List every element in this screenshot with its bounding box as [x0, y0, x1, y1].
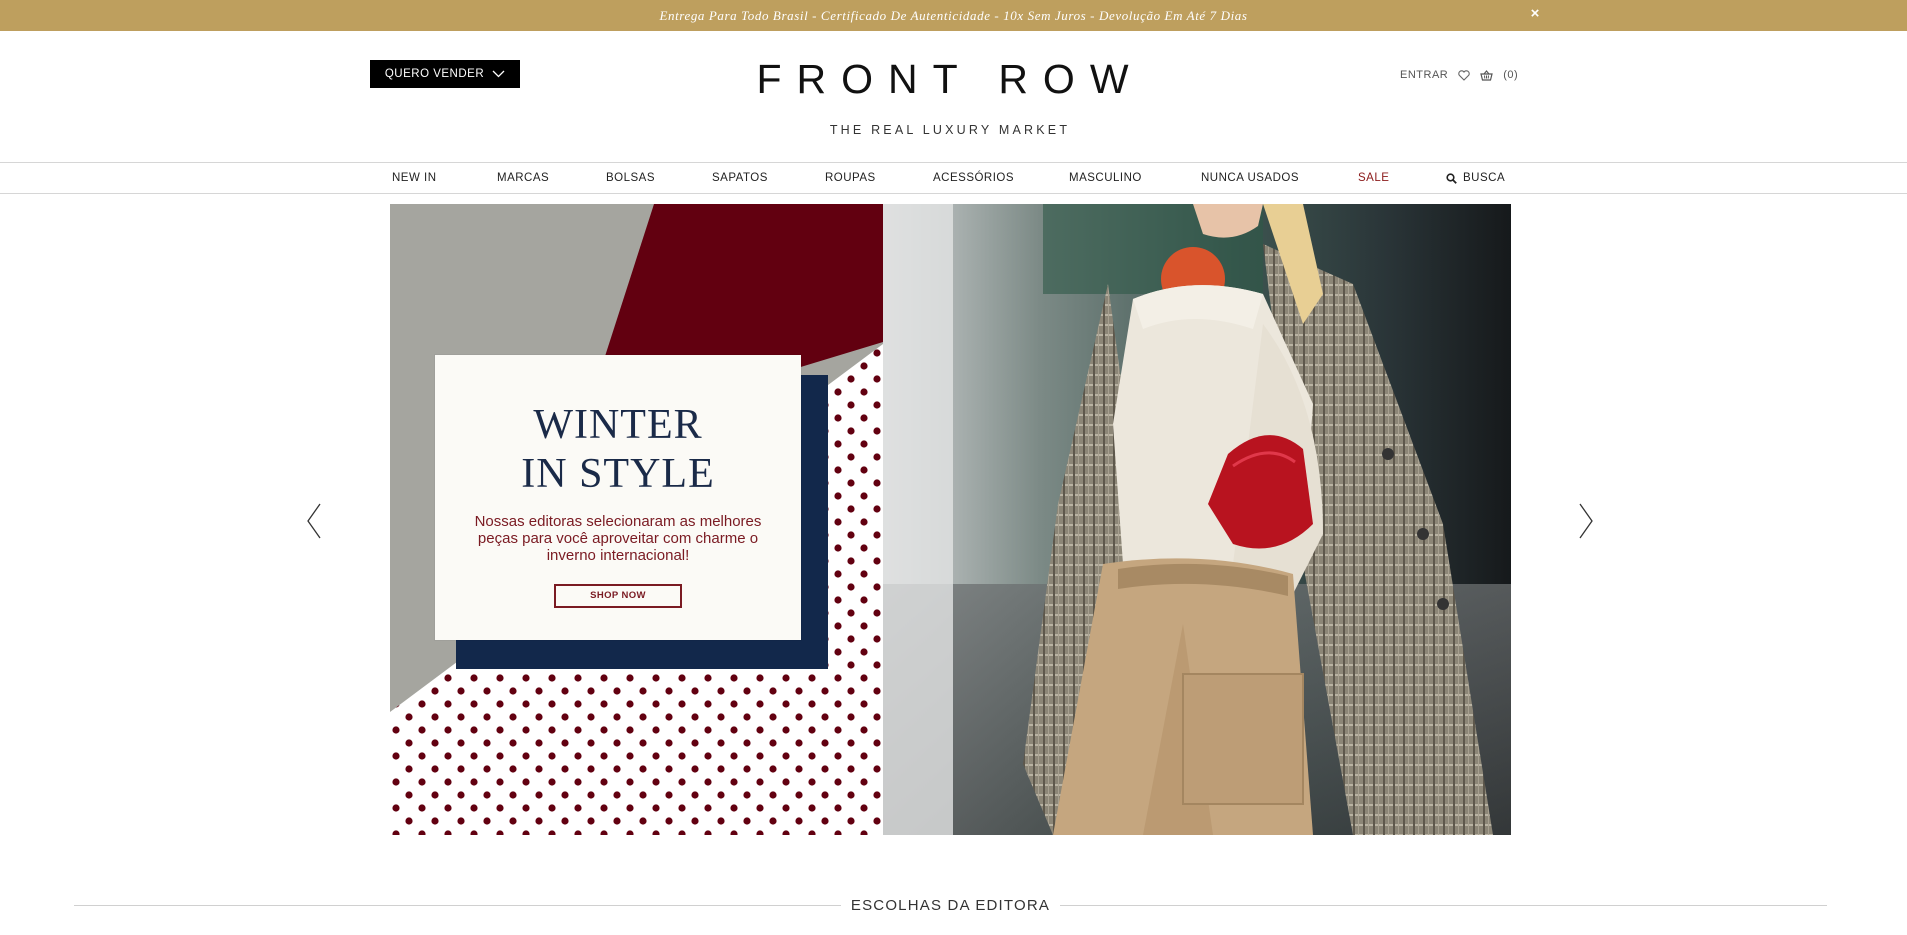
nav-item-bolsas[interactable]: BOLSAS [606, 163, 655, 194]
banner-card: WINTER IN STYLE Nossas editoras selecion… [435, 355, 801, 640]
nav-item-masculino[interactable]: MASCULINO [1069, 163, 1142, 194]
section-title-text: ESCOLHAS DA EDITORA [840, 897, 1061, 914]
nav-item-search[interactable]: BUSCA [1446, 163, 1505, 194]
promo-text: Entrega Para Todo Brasil - Certificado D… [659, 8, 1248, 23]
cart-count[interactable]: (0) [1503, 69, 1518, 81]
login-link[interactable]: ENTRAR [1400, 69, 1448, 81]
banner-title-line2: IN STYLE [521, 451, 715, 497]
heart-icon[interactable] [1458, 69, 1470, 81]
shop-now-button[interactable]: SHOP NOW [554, 584, 682, 608]
banner-graphic-panel: WINTER IN STYLE Nossas editoras selecion… [390, 204, 883, 835]
nav-item-sale[interactable]: SALE [1358, 163, 1389, 194]
chevron-down-icon [492, 70, 505, 78]
close-icon[interactable]: × [1527, 3, 1543, 25]
site-tagline: THE REAL LUXURY MARKET [829, 123, 1071, 137]
nav-item-marcas[interactable]: MARCAS [497, 163, 549, 194]
sell-button-label: QUERO VENDER [384, 68, 485, 80]
account-bar: ENTRAR (0) [1400, 66, 1518, 84]
editor-picks-heading: ESCOLHAS DA EDITORA [74, 894, 1827, 918]
hero-banner[interactable]: WINTER IN STYLE Nossas editoras selecion… [390, 204, 1511, 835]
nav-item-roupas[interactable]: ROUPAS [825, 163, 876, 194]
nav-item-new-in[interactable]: NEW IN [392, 163, 437, 194]
main-nav: NEW IN MARCAS BOLSAS SAPATOS ROUPAS ACES… [0, 162, 1907, 194]
banner-copy: Nossas editoras selecionaram as melhores… [474, 513, 762, 564]
nav-item-nunca-usados[interactable]: NUNCA USADOS [1201, 163, 1299, 194]
slider-prev-arrow[interactable] [303, 500, 327, 542]
slider-next-arrow[interactable] [1573, 500, 1597, 542]
nav-search-label: BUSCA [1463, 172, 1506, 184]
nav-item-acessorios[interactable]: ACESSÓRIOS [933, 163, 1014, 194]
promo-bar: Entrega Para Todo Brasil - Certificado D… [0, 0, 1907, 31]
banner-photo [883, 204, 1511, 835]
search-icon [1446, 173, 1457, 184]
banner-photo-illustration [883, 204, 1511, 835]
basket-icon[interactable] [1480, 69, 1494, 81]
section-title: ESCOLHAS DA EDITORA [74, 894, 1827, 918]
sell-button[interactable]: QUERO VENDER [370, 60, 520, 88]
nav-item-sapatos[interactable]: SAPATOS [712, 163, 768, 194]
site-logo[interactable]: FRONT ROW [740, 54, 1160, 104]
banner-title: WINTER IN STYLE [435, 401, 801, 499]
banner-title-line1: WINTER [533, 402, 703, 448]
